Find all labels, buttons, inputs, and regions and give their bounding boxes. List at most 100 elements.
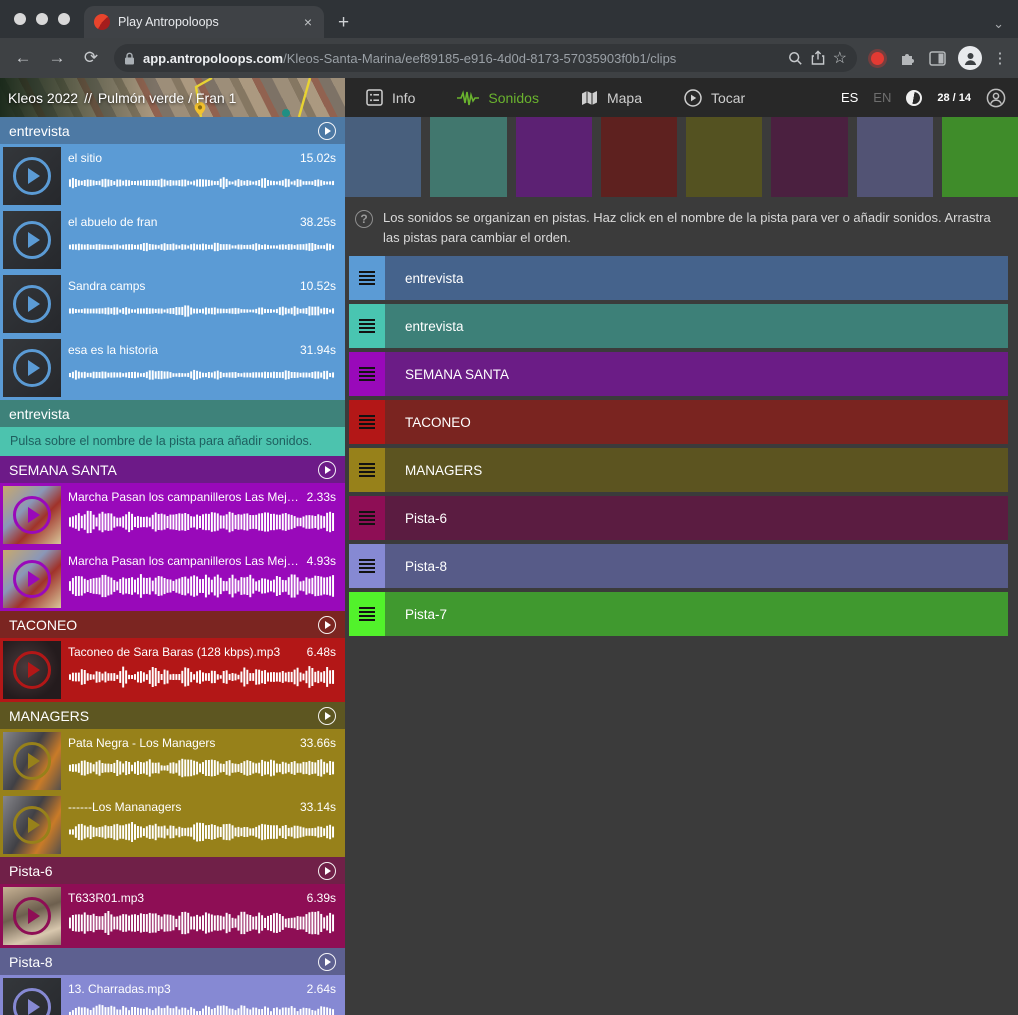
track-section-header[interactable]: MANAGERS xyxy=(0,702,345,729)
clip-play-button[interactable] xyxy=(13,221,51,259)
clip-waveform[interactable] xyxy=(68,910,336,936)
track-section-header[interactable]: SEMANA SANTA xyxy=(0,456,345,483)
track-row-pista-6-5[interactable]: Pista-6 xyxy=(349,496,1008,540)
clip-thumbnail[interactable] xyxy=(3,147,61,205)
track-drag-handle[interactable] xyxy=(349,304,385,348)
clip-waveform[interactable] xyxy=(68,819,336,845)
track-drag-handle[interactable] xyxy=(349,352,385,396)
track-row-name[interactable]: SEMANA SANTA xyxy=(385,352,1008,396)
tab-close-icon[interactable]: × xyxy=(302,14,314,30)
track-row-pista-7-7[interactable]: Pista-7 xyxy=(349,592,1008,636)
clip-play-button[interactable] xyxy=(13,806,51,844)
clip-thumbnail[interactable] xyxy=(3,275,61,333)
track-section-name[interactable]: TACONEO xyxy=(9,617,318,633)
track-swatch-semana-santa-2[interactable] xyxy=(516,117,592,197)
share-icon[interactable] xyxy=(811,50,825,66)
track-row-name[interactable]: TACONEO xyxy=(385,400,1008,444)
track-section-name[interactable]: Pista-8 xyxy=(9,954,318,970)
clip-play-button[interactable] xyxy=(13,742,51,780)
bookmark-star-icon[interactable]: ☆ xyxy=(833,48,847,68)
browser-tab[interactable]: Play Antropoloops × xyxy=(84,6,324,38)
track-row-name[interactable]: Pista-7 xyxy=(385,592,1008,636)
track-row-entrevista-0[interactable]: entrevista xyxy=(349,256,1008,300)
track-section-header[interactable]: entrevista xyxy=(0,400,345,427)
tab-search-chevron-icon[interactable]: ⌄ xyxy=(993,16,1004,32)
nav-tab-info[interactable]: Info xyxy=(345,78,436,117)
window-controls[interactable] xyxy=(0,0,84,38)
clip-esa-es-la-historia[interactable]: esa es la historia31.94s xyxy=(0,336,345,400)
browser-profile-avatar[interactable] xyxy=(958,46,982,70)
clip-pata-negra-los-managers[interactable]: Pata Negra - Los Managers33.66s xyxy=(0,729,345,793)
nav-tab-tocar[interactable]: Tocar xyxy=(663,78,766,117)
track-play-button[interactable] xyxy=(318,616,336,634)
clip-sandra-camps[interactable]: Sandra camps10.52s xyxy=(0,272,345,336)
clip-thumbnail[interactable] xyxy=(3,486,61,544)
clip-thumbnail[interactable] xyxy=(3,796,61,854)
clip-los-mananagers[interactable]: ------Los Mananagers33.14s xyxy=(0,793,345,857)
track-row-pista-8-6[interactable]: Pista-8 xyxy=(349,544,1008,588)
clip-waveform[interactable] xyxy=(68,234,336,260)
clip-play-button[interactable] xyxy=(13,285,51,323)
clip-taconeo-de-sara-baras-128-kbps[interactable]: Taconeo de Sara Baras (128 kbps).mp36.48… xyxy=(0,638,345,702)
remix-cover-image[interactable]: Kleos 2022//Pulmón verde / Fran 1 xyxy=(0,78,345,117)
nav-tab-mapa[interactable]: Mapa xyxy=(560,78,663,117)
clip-waveform[interactable] xyxy=(68,298,336,324)
clip-play-button[interactable] xyxy=(13,496,51,534)
track-row-managers-4[interactable]: MANAGERS xyxy=(349,448,1008,492)
breadcrumb-project[interactable]: Kleos 2022 xyxy=(8,90,78,106)
clip-play-button[interactable] xyxy=(13,897,51,935)
clip-waveform[interactable] xyxy=(68,362,336,388)
track-section-header[interactable]: entrevista xyxy=(0,117,345,144)
track-swatch-entrevista-1[interactable] xyxy=(430,117,506,197)
track-section-header[interactable]: TACONEO xyxy=(0,611,345,638)
track-section-name[interactable]: entrevista xyxy=(9,406,336,422)
track-play-button[interactable] xyxy=(318,707,336,725)
forward-button[interactable]: → xyxy=(42,48,72,68)
clip-play-button[interactable] xyxy=(13,560,51,598)
clip-waveform[interactable] xyxy=(68,509,336,535)
track-play-button[interactable] xyxy=(318,122,336,140)
lang-es-button[interactable]: ES xyxy=(841,90,858,105)
track-section-name[interactable]: Pista-6 xyxy=(9,863,318,879)
clip-el-sitio[interactable]: el sitio15.02s xyxy=(0,144,345,208)
clip-thumbnail[interactable] xyxy=(3,887,61,945)
track-row-name[interactable]: MANAGERS xyxy=(385,448,1008,492)
track-section-header[interactable]: Pista-6 xyxy=(0,857,345,884)
clip-play-button[interactable] xyxy=(13,157,51,195)
track-row-taconeo-3[interactable]: TACONEO xyxy=(349,400,1008,444)
window-zoom-button[interactable] xyxy=(58,13,70,25)
clip-thumbnail[interactable] xyxy=(3,641,61,699)
address-bar[interactable]: app.antropoloops.com/Kleos-Santa-Marina/… xyxy=(114,44,857,72)
window-minimize-button[interactable] xyxy=(36,13,48,25)
track-row-name[interactable]: entrevista xyxy=(385,256,1008,300)
recording-extension-icon[interactable] xyxy=(871,52,884,65)
clip-el-abuelo-de-fran[interactable]: el abuelo de fran38.25s xyxy=(0,208,345,272)
track-drag-handle[interactable] xyxy=(349,544,385,588)
track-drag-handle[interactable] xyxy=(349,592,385,636)
track-section-name[interactable]: MANAGERS xyxy=(9,708,318,724)
clip-waveform[interactable] xyxy=(68,573,336,599)
clip-thumbnail[interactable] xyxy=(3,550,61,608)
track-row-semana-santa-2[interactable]: SEMANA SANTA xyxy=(349,352,1008,396)
track-swatch-taconeo-3[interactable] xyxy=(601,117,677,197)
track-swatch-entrevista-0[interactable] xyxy=(345,117,421,197)
side-panel-icon[interactable] xyxy=(924,51,950,66)
clip-t633r01-mp3[interactable]: T633R01.mp36.39s xyxy=(0,884,345,948)
clip-13-charradas-mp3[interactable]: 13. Charradas.mp32.64s xyxy=(0,975,345,1015)
track-drag-handle[interactable] xyxy=(349,496,385,540)
clip-play-button[interactable] xyxy=(13,349,51,387)
track-row-entrevista-1[interactable]: entrevista xyxy=(349,304,1008,348)
track-row-name[interactable]: entrevista xyxy=(385,304,1008,348)
track-swatch-pista-7-7[interactable] xyxy=(942,117,1018,197)
track-section-name[interactable]: SEMANA SANTA xyxy=(9,462,318,478)
clip-waveform[interactable] xyxy=(68,170,336,196)
clip-thumbnail[interactable] xyxy=(3,339,61,397)
track-swatch-managers-4[interactable] xyxy=(686,117,762,197)
clip-play-button[interactable] xyxy=(13,651,51,689)
track-play-button[interactable] xyxy=(318,862,336,880)
clip-thumbnail[interactable] xyxy=(3,732,61,790)
new-tab-button[interactable]: + xyxy=(324,12,363,38)
track-play-button[interactable] xyxy=(318,461,336,479)
clip-waveform[interactable] xyxy=(68,664,336,690)
track-swatch-pista-6-5[interactable] xyxy=(771,117,847,197)
